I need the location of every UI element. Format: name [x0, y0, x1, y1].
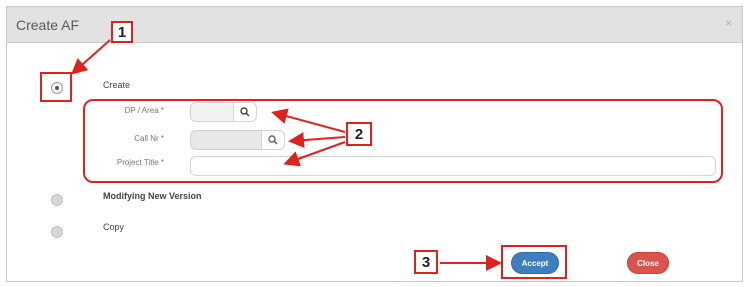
arrow-step-1 [71, 39, 111, 75]
arrow-step-2-dp-area [271, 108, 346, 133]
arrow-step-2-project-title [283, 141, 346, 167]
annotation-arrows [71, 39, 502, 271]
arrow-step-2-call-nr [288, 132, 346, 149]
